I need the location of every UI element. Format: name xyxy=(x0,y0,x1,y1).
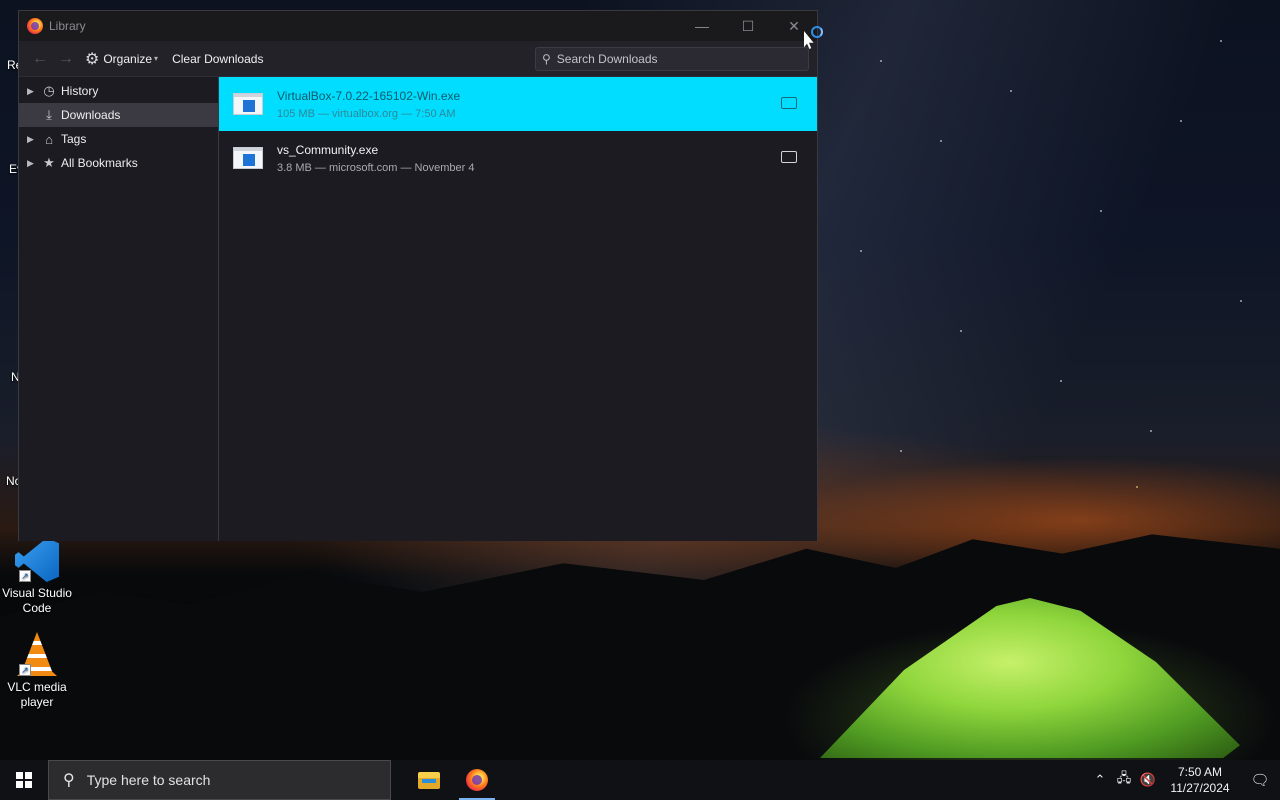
shortcut-arrow-icon: ↗ xyxy=(19,570,31,582)
taskbar-clock[interactable]: 7:50 AM 11/27/2024 xyxy=(1166,764,1234,796)
expand-arrow-icon[interactable]: ▶ xyxy=(27,86,39,97)
search-box[interactable]: ⚲ xyxy=(535,46,809,71)
volume-muted-icon[interactable]: 🔇 xyxy=(1136,772,1160,788)
expand-arrow-icon[interactable]: ▶ xyxy=(27,158,39,169)
windows-logo-icon xyxy=(16,772,32,788)
library-window: Library — ☐ ✕ ← → ⚙ Organize ▾ Clear Dow… xyxy=(18,10,818,541)
taskbar-search-placeholder: Type here to search xyxy=(86,772,211,788)
search-icon: ⚲ xyxy=(542,51,551,66)
vscode-icon: ↗ xyxy=(15,538,59,582)
chevron-down-icon: ▾ xyxy=(154,54,159,63)
library-toolbar: ← → ⚙ Organize ▾ Clear Downloads ⚲ xyxy=(19,41,817,77)
sidebar-item-downloads[interactable]: ⤓ Downloads xyxy=(19,103,218,127)
download-filename: vs_Community.exe xyxy=(277,142,379,157)
tag-icon: ⌂ xyxy=(45,131,53,147)
start-button[interactable] xyxy=(0,760,48,800)
expand-arrow-icon[interactable]: ▶ xyxy=(27,134,39,145)
library-sidebar: ▶ ◷ History ⤓ Downloads ▶ ⌂ Tags ▶ ★ All… xyxy=(19,77,219,541)
sidebar-item-label: Tags xyxy=(61,132,87,146)
show-in-folder-icon[interactable] xyxy=(781,97,797,109)
firefox-icon xyxy=(27,18,43,34)
minimize-button[interactable]: — xyxy=(679,11,725,41)
download-item[interactable]: VirtualBox-7.0.22-165102-Win.exe 105 MB … xyxy=(219,77,817,131)
taskbar: ⚲ Type here to search ⌃ 🖧 🔇 7:50 AM 11/2… xyxy=(0,760,1280,800)
clock-time: 7:50 AM xyxy=(1177,765,1223,779)
downloads-list: VirtualBox-7.0.22-165102-Win.exe 105 MB … xyxy=(219,77,817,541)
download-details: 3.8 MB — microsoft.com — November 4 xyxy=(277,161,475,174)
sidebar-item-label: Downloads xyxy=(61,108,121,122)
download-icon: ⤓ xyxy=(46,107,52,122)
close-button[interactable]: ✕ xyxy=(771,11,817,41)
library-body: ▶ ◷ History ⤓ Downloads ▶ ⌂ Tags ▶ ★ All… xyxy=(19,77,817,541)
organize-button[interactable]: ⚙ Organize ▾ xyxy=(85,49,158,69)
executable-file-icon xyxy=(233,147,263,169)
window-controls: — ☐ ✕ xyxy=(679,11,817,41)
clock-date: 11/27/2024 xyxy=(1170,781,1230,795)
clear-downloads-button[interactable]: Clear Downloads xyxy=(172,52,263,66)
clock-icon: ◷ xyxy=(43,83,55,98)
sidebar-item-tags[interactable]: ▶ ⌂ Tags xyxy=(19,127,218,151)
desktop-icon-label: Visual Studio Code xyxy=(2,586,72,615)
sidebar-item-history[interactable]: ▶ ◷ History xyxy=(19,79,218,103)
sidebar-item-label: History xyxy=(61,84,99,98)
sidebar-item-all-bookmarks[interactable]: ▶ ★ All Bookmarks xyxy=(19,151,218,175)
download-filename: VirtualBox-7.0.22-165102-Win.exe xyxy=(277,88,461,103)
window-titlebar[interactable]: Library — ☐ ✕ xyxy=(19,11,817,41)
organize-label: Organize xyxy=(103,51,153,66)
gear-icon: ⚙ xyxy=(85,50,100,68)
desktop-icon-label: VLC media player xyxy=(7,680,67,709)
system-tray: ⌃ 🖧 🔇 7:50 AM 11/27/2024 🗨 xyxy=(1088,760,1280,800)
desktop-icon-vscode[interactable]: ↗ Visual Studio Code xyxy=(0,538,74,616)
back-button[interactable]: ← xyxy=(27,50,53,68)
taskbar-app-file-explorer[interactable] xyxy=(405,760,453,800)
show-in-folder-icon[interactable] xyxy=(781,151,797,163)
taskbar-app-firefox[interactable] xyxy=(453,760,501,800)
desktop-icon-vlc[interactable]: ↗ VLC media player xyxy=(0,632,74,710)
notifications-icon[interactable]: 🗨 xyxy=(1240,771,1280,789)
executable-file-icon xyxy=(233,93,263,115)
shortcut-arrow-icon: ↗ xyxy=(19,664,31,676)
network-icon[interactable]: 🖧 xyxy=(1112,769,1136,791)
download-details: 105 MB — virtualbox.org — 7:50 AM xyxy=(277,107,456,120)
vlc-icon: ↗ xyxy=(15,632,59,676)
window-title: Library xyxy=(49,19,86,33)
search-icon: ⚲ xyxy=(63,772,75,789)
search-input[interactable] xyxy=(556,51,787,66)
download-item[interactable]: vs_Community.exe 3.8 MB — microsoft.com … xyxy=(219,131,817,185)
firefox-icon xyxy=(466,769,488,791)
busy-spinner-icon xyxy=(811,26,823,38)
maximize-button[interactable]: ☐ xyxy=(725,11,771,41)
taskbar-search[interactable]: ⚲ Type here to search xyxy=(48,760,391,800)
chevron-up-icon[interactable]: ⌃ xyxy=(1088,772,1112,788)
forward-button[interactable]: → xyxy=(53,50,79,68)
sidebar-item-label: All Bookmarks xyxy=(61,156,138,170)
file-explorer-icon xyxy=(418,771,440,789)
star-icon: ★ xyxy=(43,155,55,170)
